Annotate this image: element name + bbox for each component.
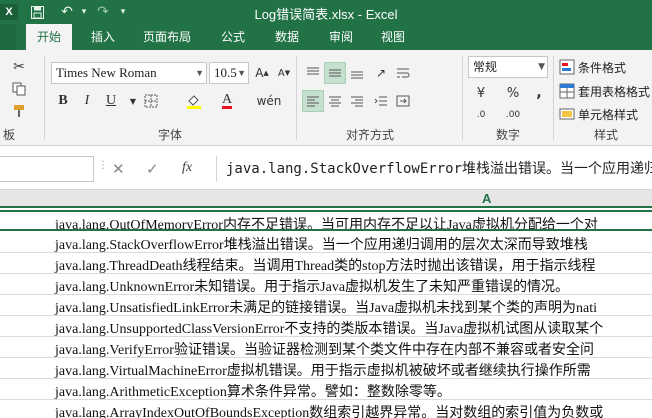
wen-icon[interactable]: wén <box>257 90 282 112</box>
table-row[interactable]: java.lang.ArithmeticException算术条件异常。譬如：整… <box>0 379 652 400</box>
chevron-down-icon[interactable]: ▼ <box>195 63 204 83</box>
group-divider <box>296 56 297 140</box>
chevron-down-icon[interactable]: ▼ <box>237 63 246 83</box>
cell-styles-button[interactable]: 单元格样式 <box>578 106 638 123</box>
font-size-value: 10.5 <box>214 65 237 80</box>
copy-icon[interactable] <box>8 78 30 100</box>
cell-a5[interactable]: java.lang.UnsatisfiedLinkError未满足的链接错误。当… <box>55 297 597 315</box>
increase-decimal-icon[interactable]: .0 <box>470 104 492 126</box>
cell-a4[interactable]: java.lang.UnknownError未知错误。用于指示Java虚拟机发生… <box>55 276 569 294</box>
group-label-clipboard: 板 <box>2 128 15 142</box>
table-row[interactable]: java.lang.VerifyError验证错误。当验证器检测到某个类文件中存… <box>0 337 652 358</box>
group-label-alignment: 对齐方式 <box>345 128 394 142</box>
format-painter-icon[interactable] <box>8 100 30 122</box>
cell-a10[interactable]: java.lang.ArrayIndexOutOfBoundsException… <box>55 402 603 418</box>
wrap-icon[interactable] <box>392 62 414 84</box>
orientation-icon[interactable]: ↗ <box>370 62 392 84</box>
font-name-value: Times New Roman <box>56 65 157 80</box>
table-row[interactable]: java.lang.UnsupportedClassVersionError不支… <box>0 316 652 337</box>
tab-formulas[interactable]: 公式 <box>210 24 256 50</box>
cell-a3[interactable]: java.lang.ThreadDeath线程结束。当调用Thread类的sto… <box>55 255 595 273</box>
enter-icon[interactable]: ✓ <box>146 160 159 178</box>
cell-a1[interactable]: java.lang.OutOfMemoryError内存不足错误。当可用内存不足… <box>55 214 598 229</box>
tab-review[interactable]: 审阅 <box>318 24 364 50</box>
decrease-decimal-icon[interactable]: .00 <box>502 104 524 126</box>
window-title: Log错误简表.xlsx - Excel <box>254 7 398 22</box>
group-divider <box>553 56 554 140</box>
cell-a9[interactable]: java.lang.ArithmeticException算术条件异常。譬如：整… <box>55 381 451 399</box>
border-icon[interactable] <box>140 90 162 112</box>
more-icon: ⋮ <box>98 160 108 171</box>
cell-a6[interactable]: java.lang.UnsupportedClassVersionError不支… <box>55 318 603 336</box>
font-name-combo[interactable]: Times New Roman ▼ <box>51 62 207 84</box>
cell-a2[interactable]: java.lang.StackOverflowError堆栈溢出错误。当一个应用… <box>55 234 588 252</box>
comma-icon[interactable]: , <box>528 82 550 104</box>
cell-a7[interactable]: java.lang.VerifyError验证错误。当验证器检测到某个类文件中存… <box>55 339 594 357</box>
name-box[interactable] <box>0 156 94 182</box>
group-divider <box>462 56 463 140</box>
chevron-down-icon[interactable]: ▼ <box>538 57 545 77</box>
number-format-combo[interactable]: 常规 ▼ <box>468 56 548 78</box>
group-label-number: 数字 <box>495 128 520 142</box>
tab-view[interactable]: 视图 <box>370 24 416 50</box>
merge-icon[interactable] <box>392 90 414 112</box>
insert-function-icon[interactable]: fx <box>182 160 192 176</box>
underline-icon[interactable]: U <box>100 90 122 112</box>
title-bar: X ↶ ▾ ↷ ▾ Log错误简表.xlsx - Excel <box>0 0 652 24</box>
group-divider <box>44 56 45 140</box>
tab-page-layout[interactable]: 页面布局 <box>134 24 200 50</box>
group-label-styles: 样式 <box>593 128 618 142</box>
table-row[interactable]: java.lang.StackOverflowError堆栈溢出错误。当一个应用… <box>0 232 652 253</box>
align-right-icon[interactable] <box>346 90 368 112</box>
column-header-a[interactable]: A <box>482 191 491 206</box>
table-row[interactable]: java.lang.VirtualMachineError虚拟机错误。用于指示虚… <box>0 358 652 379</box>
cancel-icon[interactable]: ✕ <box>112 160 125 178</box>
conditional-format-icon[interactable] <box>556 56 578 78</box>
increase-font-icon[interactable]: A ▲ <box>251 62 273 84</box>
table-row[interactable]: java.lang.OutOfMemoryError内存不足错误。当可用内存不足… <box>0 210 652 231</box>
align-left-icon[interactable] <box>302 90 324 112</box>
number-format-value: 常规 <box>473 60 498 74</box>
cell-styles-icon[interactable] <box>556 103 578 125</box>
italic-icon[interactable]: I <box>76 90 98 112</box>
cell-a8[interactable]: java.lang.VirtualMachineError虚拟机错误。用于指示虚… <box>55 360 591 378</box>
formula-divider <box>216 156 217 182</box>
align-center-icon[interactable] <box>324 90 346 112</box>
ribbon: ✂ 板 Times New Roman ▼ 10.5 ▼ A ▲ A ▼ B I U… <box>0 50 652 146</box>
bold-icon[interactable]: B <box>52 90 74 112</box>
formula-bar: ⋮ ✕ ✓ fx java.lang.StackOverflowError堆栈溢… <box>0 146 652 190</box>
table-row[interactable]: java.lang.ThreadDeath线程结束。当调用Thread类的sto… <box>0 253 652 274</box>
align-top-icon[interactable] <box>302 62 324 84</box>
table-row[interactable]: java.lang.UnknownError未知错误。用于指示Java虚拟机发生… <box>0 274 652 295</box>
font-color-icon[interactable]: A <box>216 90 238 112</box>
fill-color-icon[interactable] <box>183 90 205 112</box>
cut-icon[interactable]: ✂ <box>8 56 30 78</box>
column-header: A <box>0 190 652 208</box>
currency-icon[interactable]: ¥ <box>470 82 492 104</box>
conditional-format-button[interactable]: 条件格式 <box>578 59 626 76</box>
font-size-combo[interactable]: 10.5 ▼ <box>209 62 249 84</box>
formula-input[interactable]: java.lang.StackOverflowError堆栈溢出错误。当一个应用… <box>226 158 652 178</box>
indent-icon[interactable] <box>370 90 392 112</box>
table-row[interactable]: java.lang.ArrayIndexOutOfBoundsException… <box>0 400 652 418</box>
tab-home[interactable]: 开始 <box>26 24 72 50</box>
group-label-font: 字体 <box>157 128 182 142</box>
table-row[interactable]: java.lang.UnsatisfiedLinkError未满足的链接错误。当… <box>0 295 652 316</box>
tab-insert[interactable]: 插入 <box>80 24 126 50</box>
format-as-table-icon[interactable] <box>556 80 578 102</box>
align-middle-icon[interactable] <box>324 62 346 84</box>
align-bottom-icon[interactable] <box>346 62 368 84</box>
percent-icon[interactable]: % <box>502 82 524 104</box>
tab-data[interactable]: 数据 <box>264 24 310 50</box>
format-as-table-button[interactable]: 套用表格格式 <box>578 83 650 100</box>
ribbon-tabs: 开始 插入 页面布局 公式 数据 审阅 视图 <box>0 24 652 50</box>
decrease-font-icon[interactable]: A ▼ <box>273 62 295 84</box>
file-tab[interactable] <box>0 24 16 50</box>
worksheet-grid[interactable]: A java.lang.OutOfMemoryError内存不足错误。当可用内存… <box>0 190 652 418</box>
